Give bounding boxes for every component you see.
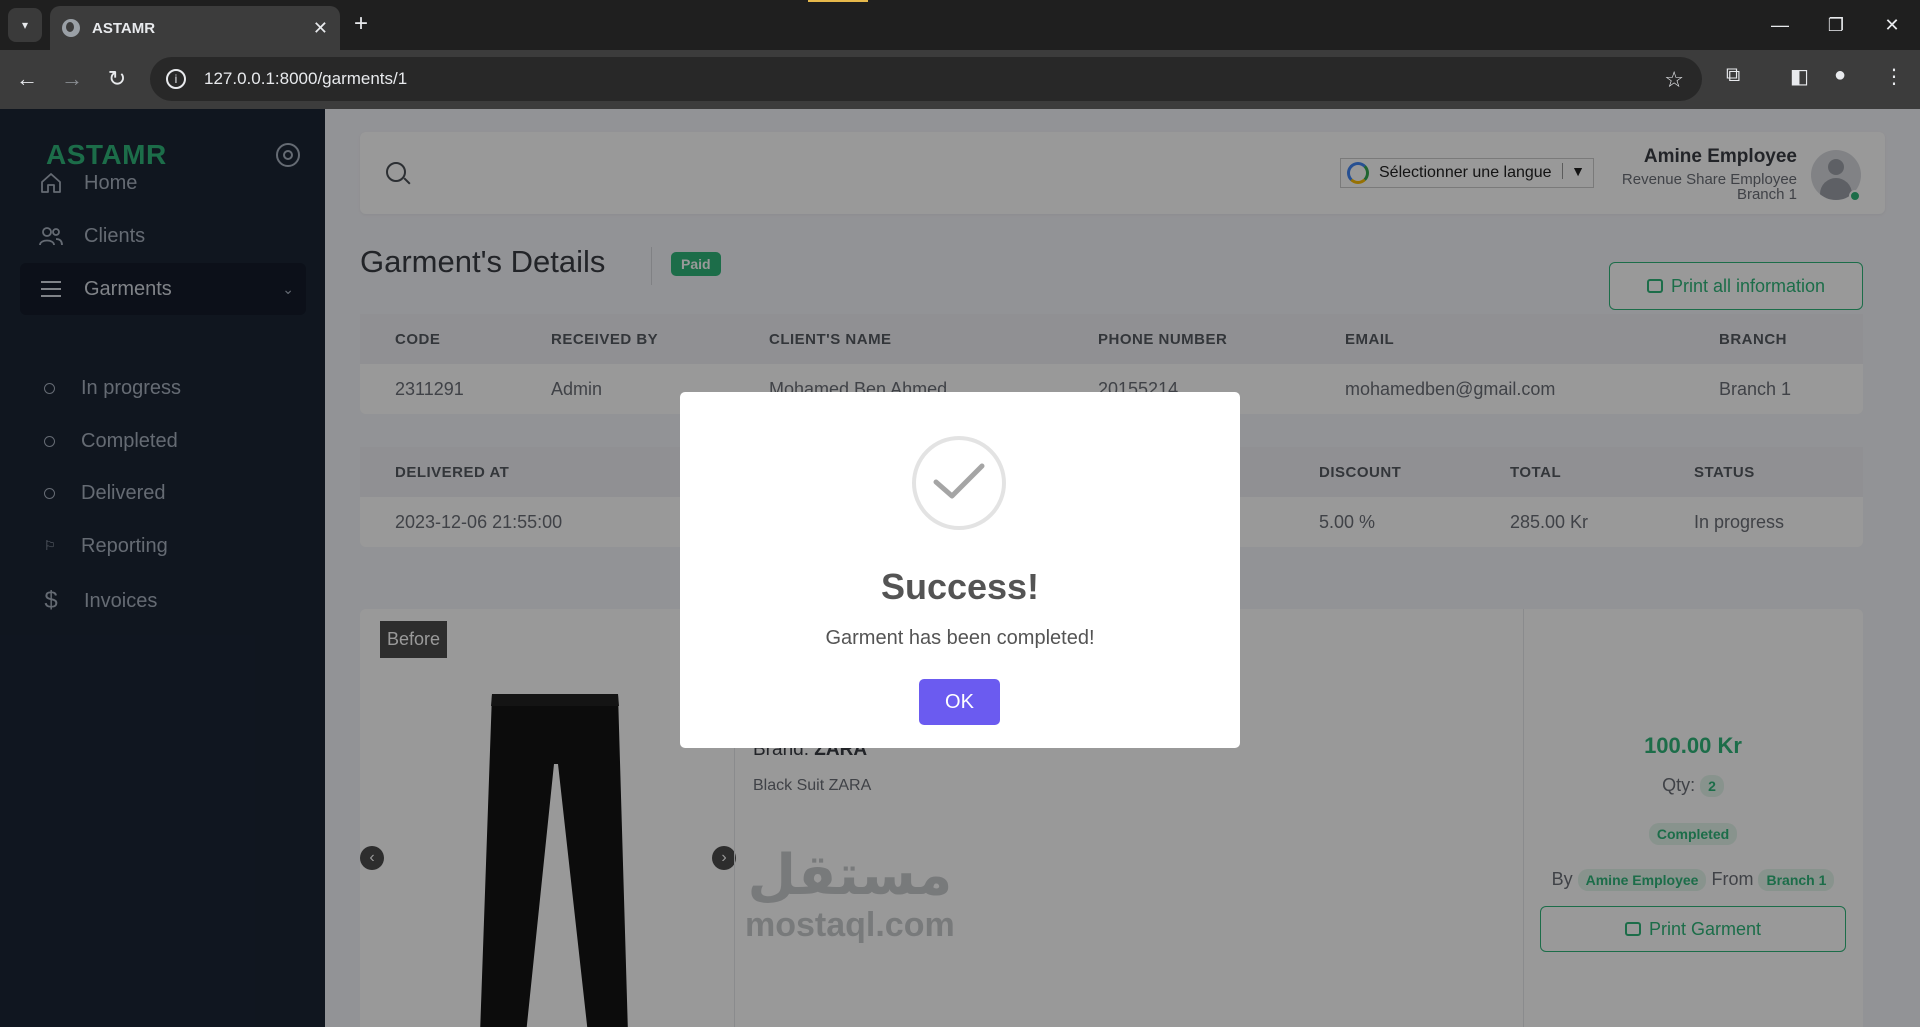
minimize-icon[interactable]: — xyxy=(1752,0,1808,50)
tab-search-icon[interactable]: ▾ xyxy=(8,8,42,42)
tab-strip-highlight xyxy=(808,0,868,2)
forward-icon[interactable]: → xyxy=(57,64,87,94)
url-text: 127.0.0.1:8000/garments/1 xyxy=(204,69,408,88)
address-bar[interactable]: i 127.0.0.1:8000/garments/1 ☆ xyxy=(150,57,1702,101)
ok-button[interactable]: OK xyxy=(919,679,1000,725)
browser-tab[interactable]: ASTAMR ✕ xyxy=(50,6,340,50)
close-window-icon[interactable]: ✕ xyxy=(1864,0,1920,50)
site-info-icon[interactable]: i xyxy=(166,69,186,89)
close-tab-icon[interactable]: ✕ xyxy=(313,18,328,39)
success-dialog: Success! Garment has been completed! OK xyxy=(680,392,1240,748)
tab-title: ASTAMR xyxy=(92,19,156,37)
profile-icon[interactable]: ● xyxy=(1834,64,1846,87)
window-controls: — ❐ ✕ xyxy=(1752,0,1920,50)
tab-bar: ▾ ASTAMR ✕ + — ❐ ✕ xyxy=(0,0,1920,50)
browser-toolbar: ← → ↻ i 127.0.0.1:8000/garments/1 ☆ ⧉ ◧ … xyxy=(0,50,1920,109)
new-tab-icon[interactable]: + xyxy=(354,10,368,38)
restore-icon[interactable]: ❐ xyxy=(1808,0,1864,50)
success-check-icon xyxy=(912,436,1006,530)
back-icon[interactable]: ← xyxy=(12,64,42,94)
dialog-title: Success! xyxy=(880,566,1040,607)
extensions-icon[interactable]: ⧉ xyxy=(1726,64,1740,87)
bookmark-star-icon[interactable]: ☆ xyxy=(1664,67,1684,93)
reload-icon[interactable]: ↻ xyxy=(102,64,132,94)
browser-chrome: ▾ ASTAMR ✕ + — ❐ ✕ ← → ↻ i 127.0.0.1:800… xyxy=(0,0,1920,109)
browser-menu-icon[interactable]: ⋮ xyxy=(1884,64,1904,89)
dialog-message: Garment has been completed! xyxy=(825,627,1095,649)
globe-icon xyxy=(62,19,80,37)
side-panel-icon[interactable]: ◧ xyxy=(1790,64,1809,89)
